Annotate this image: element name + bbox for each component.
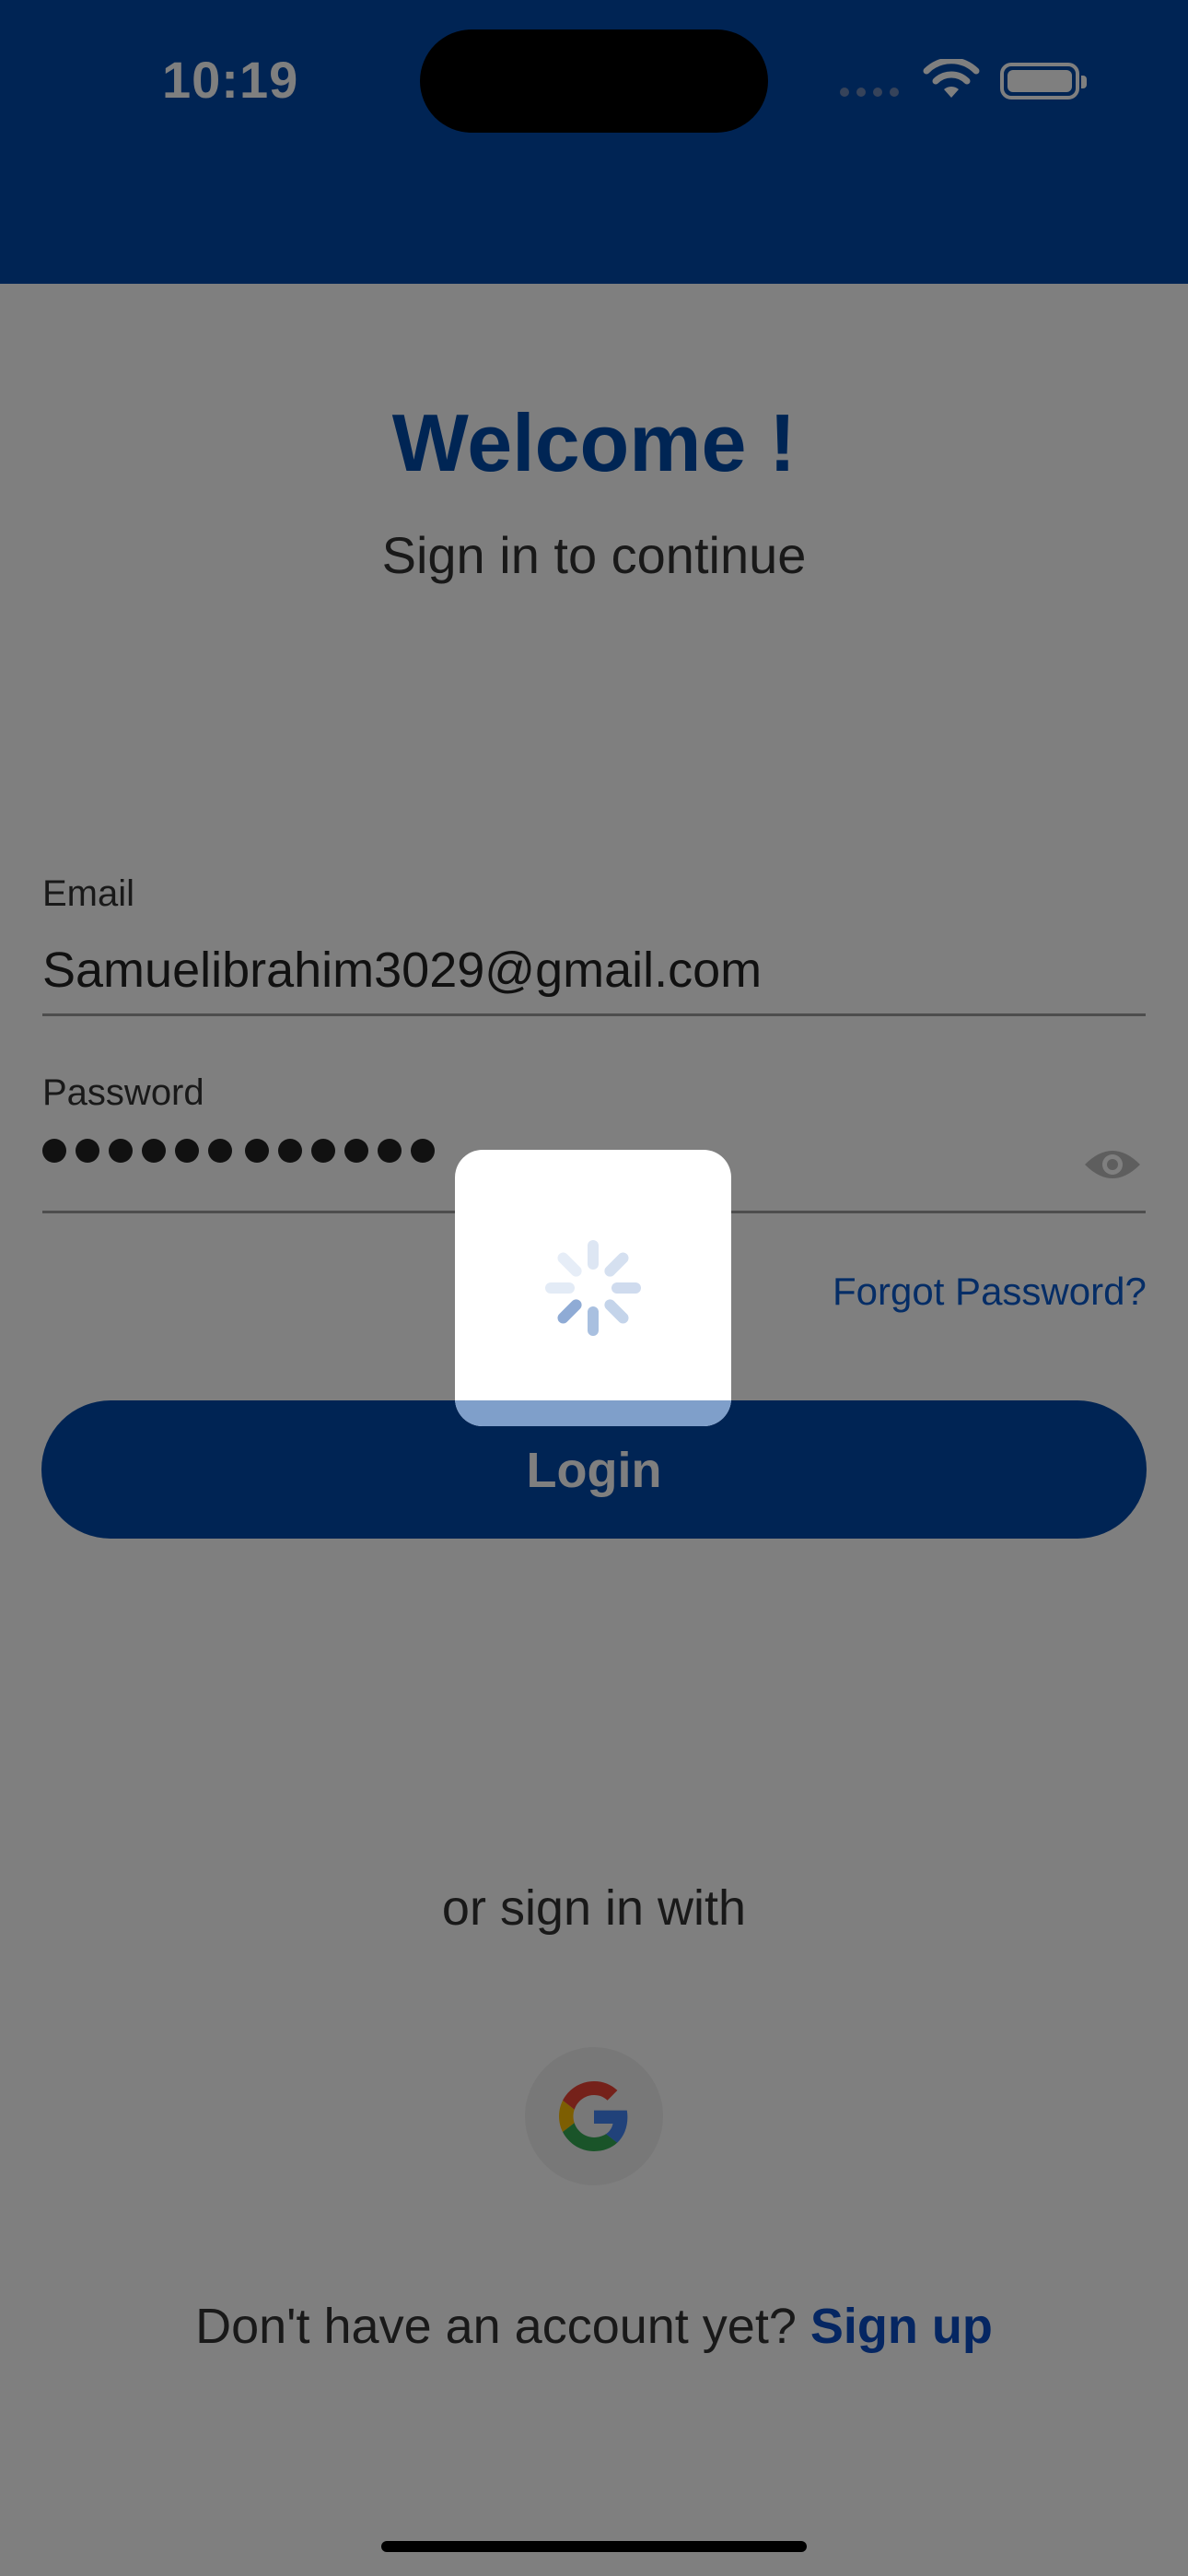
- spinner-icon: [545, 1240, 641, 1336]
- hud-bottom-band: [455, 1400, 731, 1426]
- loading-hud: [455, 1150, 731, 1426]
